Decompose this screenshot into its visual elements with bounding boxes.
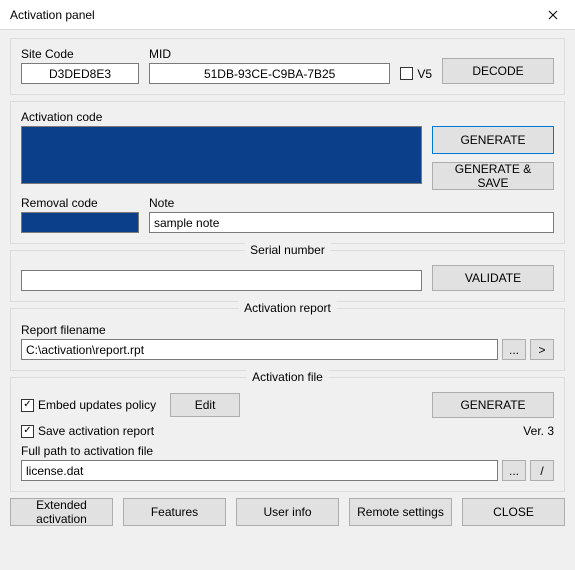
note-label: Note [149, 196, 554, 210]
generate-button[interactable]: GENERATE [432, 126, 554, 154]
site-code-label: Site Code [21, 47, 139, 61]
report-group: Activation report Report filename ... > [10, 308, 565, 371]
activation-code-label: Activation code [21, 110, 422, 124]
report-filename-label: Report filename [21, 323, 554, 337]
report-filename-input[interactable] [21, 339, 498, 360]
file-legend: Activation file [246, 370, 329, 384]
close-icon[interactable] [530, 0, 575, 30]
report-go-button[interactable]: > [530, 339, 554, 360]
embed-updates-label: Embed updates policy [38, 398, 156, 412]
save-report-checkbox[interactable]: ✓ Save activation report [21, 424, 154, 438]
note-input[interactable] [149, 212, 554, 233]
features-button[interactable]: Features [123, 498, 226, 526]
removal-code-input[interactable] [21, 212, 139, 233]
serial-input[interactable] [21, 270, 422, 291]
user-info-button[interactable]: User info [236, 498, 339, 526]
window-title: Activation panel [10, 8, 95, 22]
mid-input[interactable] [149, 63, 390, 84]
save-report-label: Save activation report [38, 424, 154, 438]
embed-updates-checkbox[interactable]: ✓ Embed updates policy [21, 398, 156, 412]
version-label: Ver. 3 [523, 424, 554, 438]
mid-label: MID [149, 47, 390, 61]
activation-code-group: Activation code GENERATE GENERATE & SAVE… [10, 101, 565, 244]
titlebar: Activation panel [0, 0, 575, 30]
serial-legend: Serial number [244, 243, 331, 257]
validate-button[interactable]: VALIDATE [432, 265, 554, 291]
file-generate-button[interactable]: GENERATE [432, 392, 554, 418]
v5-checkbox[interactable]: V5 [400, 63, 432, 84]
checkbox-icon: ✓ [21, 425, 34, 438]
content-area: Site Code MID V5 DECODE Activation code … [0, 30, 575, 570]
decode-button[interactable]: DECODE [442, 58, 554, 84]
bottom-bar: Extended activation Features User info R… [10, 498, 565, 526]
file-browse-button[interactable]: ... [502, 460, 526, 481]
site-code-input[interactable] [21, 63, 139, 84]
extended-activation-button[interactable]: Extended activation [10, 498, 113, 526]
decode-group: Site Code MID V5 DECODE [10, 38, 565, 95]
activation-code-input[interactable] [21, 126, 422, 184]
generate-save-button[interactable]: GENERATE & SAVE [432, 162, 554, 190]
file-path-label: Full path to activation file [21, 444, 554, 458]
file-group: Activation file ✓ Embed updates policy E… [10, 377, 565, 492]
v5-label: V5 [417, 67, 432, 81]
checkbox-icon [400, 67, 413, 80]
report-legend: Activation report [238, 301, 337, 315]
removal-code-label: Removal code [21, 196, 139, 210]
checkbox-icon: ✓ [21, 399, 34, 412]
file-go-button[interactable]: / [530, 460, 554, 481]
remote-settings-button[interactable]: Remote settings [349, 498, 452, 526]
report-browse-button[interactable]: ... [502, 339, 526, 360]
serial-group: Serial number VALIDATE [10, 250, 565, 302]
edit-button[interactable]: Edit [170, 393, 240, 417]
close-button[interactable]: CLOSE [462, 498, 565, 526]
file-path-input[interactable] [21, 460, 498, 481]
